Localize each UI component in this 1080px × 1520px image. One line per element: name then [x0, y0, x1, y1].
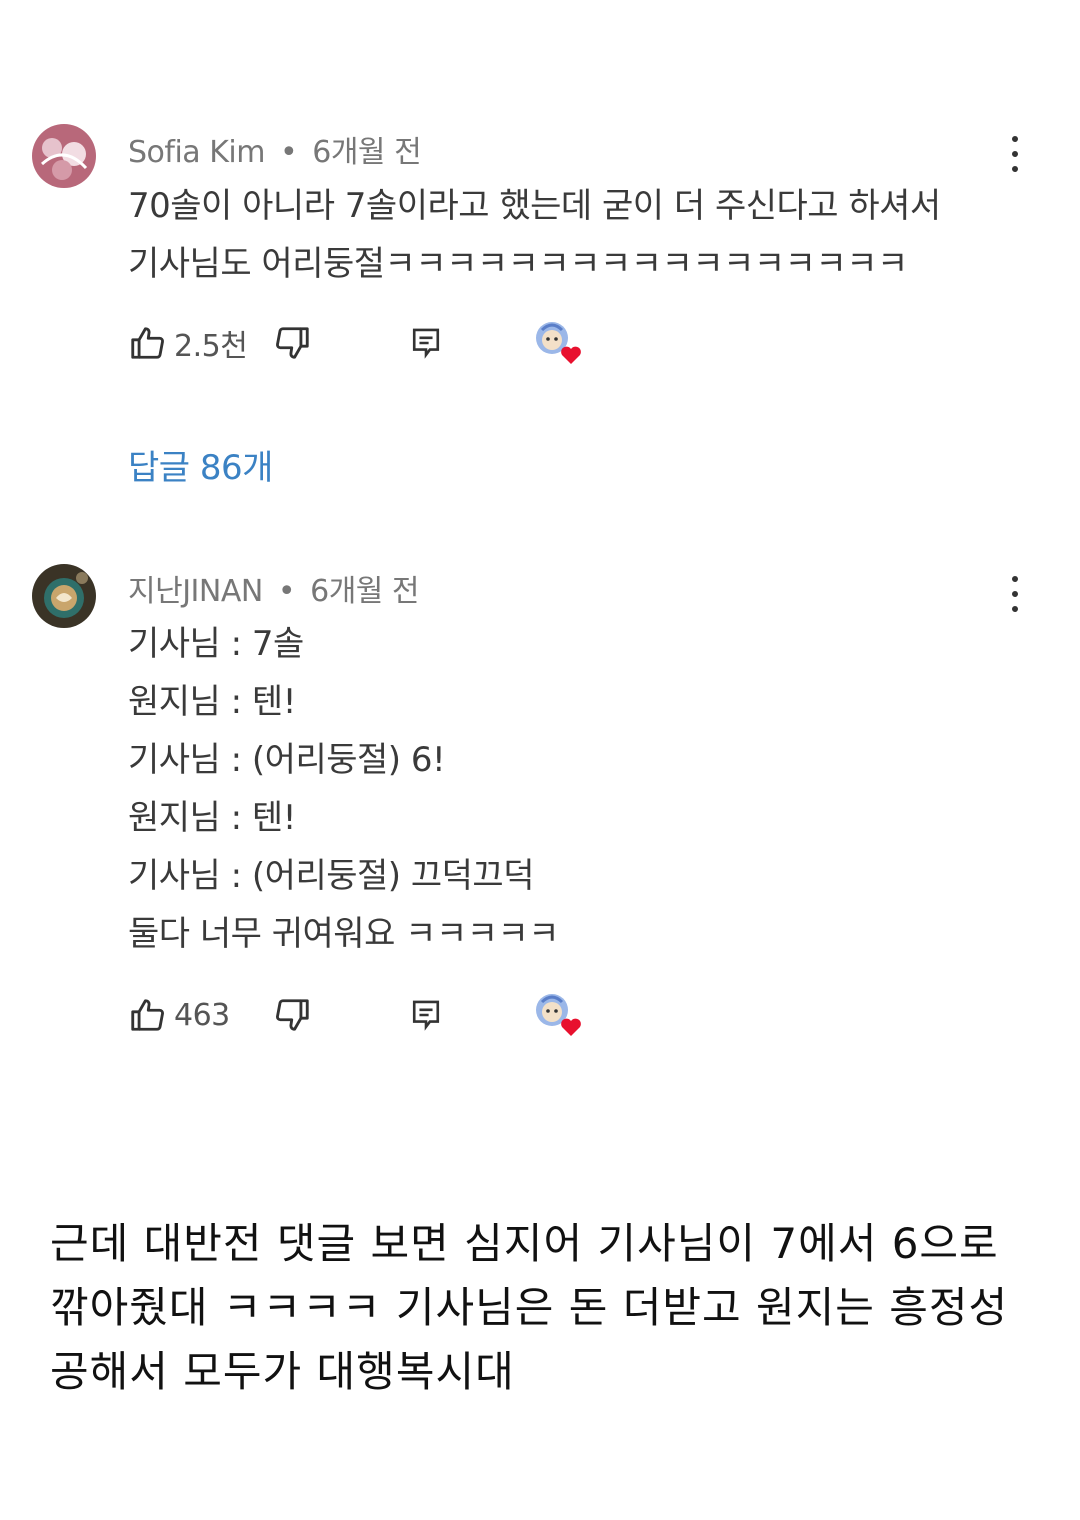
- timestamp[interactable]: 6개월 전: [310, 574, 419, 609]
- comment-text-line: 원지님 : 텐!: [128, 798, 296, 838]
- comment-text-line: 70솔이 아니라 7솔이라고 했는데 굳이 더 주신다고 하셔서: [128, 186, 941, 226]
- comment-text-line: 기사님도 어리둥절ㅋㅋㅋㅋㅋㅋㅋㅋㅋㅋㅋㅋㅋㅋㅋㅋㅋ: [128, 244, 908, 284]
- comment-text-line: 기사님 : 7솔: [128, 624, 304, 664]
- comment-text-line: 기사님 : (어리둥절) 끄덕끄덕: [128, 856, 535, 896]
- thumbs-up-icon: [128, 324, 166, 362]
- creator-heart-icon: [530, 990, 586, 1040]
- dislike-button[interactable]: [274, 990, 312, 1040]
- comment-actions: 2.5천: [128, 318, 648, 368]
- dislike-button[interactable]: [274, 318, 312, 368]
- more-vert-icon[interactable]: [1000, 572, 1030, 616]
- comment-text-line: 원지님 : 텐!: [128, 682, 296, 722]
- meta-separator: •: [277, 574, 296, 609]
- like-button[interactable]: 463: [128, 990, 230, 1040]
- like-count: 463: [174, 997, 230, 1033]
- more-vert-icon[interactable]: [1000, 132, 1030, 176]
- avatar[interactable]: [32, 124, 96, 188]
- reply-button[interactable]: [410, 990, 442, 1040]
- post-caption: 근데 대반전 댓글 보면 심지어 기사님이 7에서 6으로 깎아줬대 ㅋㅋㅋㅋ …: [50, 1219, 1009, 1396]
- comment-text-line: 기사님 : (어리둥절) 6!: [128, 740, 446, 780]
- creator-heart: [530, 990, 586, 1040]
- meta-separator: •: [280, 135, 298, 170]
- avatar[interactable]: [32, 564, 96, 628]
- reply-icon: [410, 326, 442, 360]
- comment-text-line: 둘다 너무 귀여워요 ㅋㅋㅋㅋㅋ: [128, 914, 560, 954]
- comment-meta: 지난JINAN • 6개월 전: [128, 566, 420, 610]
- comment-actions: 463: [128, 990, 648, 1040]
- thumbs-down-icon: [274, 996, 312, 1034]
- replies-link[interactable]: 답글 86개: [128, 440, 273, 489]
- reply-button[interactable]: [410, 318, 442, 368]
- like-count: 2.5천: [174, 329, 248, 364]
- reply-icon: [410, 998, 442, 1032]
- creator-heart-icon: [530, 318, 586, 368]
- author-name[interactable]: Sofia Kim: [128, 135, 265, 170]
- author-name[interactable]: 지난JINAN: [128, 574, 263, 609]
- thumbs-up-icon: [128, 996, 166, 1034]
- timestamp[interactable]: 6개월 전: [312, 135, 421, 170]
- thumbs-down-icon: [274, 324, 312, 362]
- creator-heart: [530, 318, 586, 368]
- comment-meta: Sofia Kim • 6개월 전: [128, 127, 422, 171]
- like-button[interactable]: 2.5천: [128, 318, 248, 368]
